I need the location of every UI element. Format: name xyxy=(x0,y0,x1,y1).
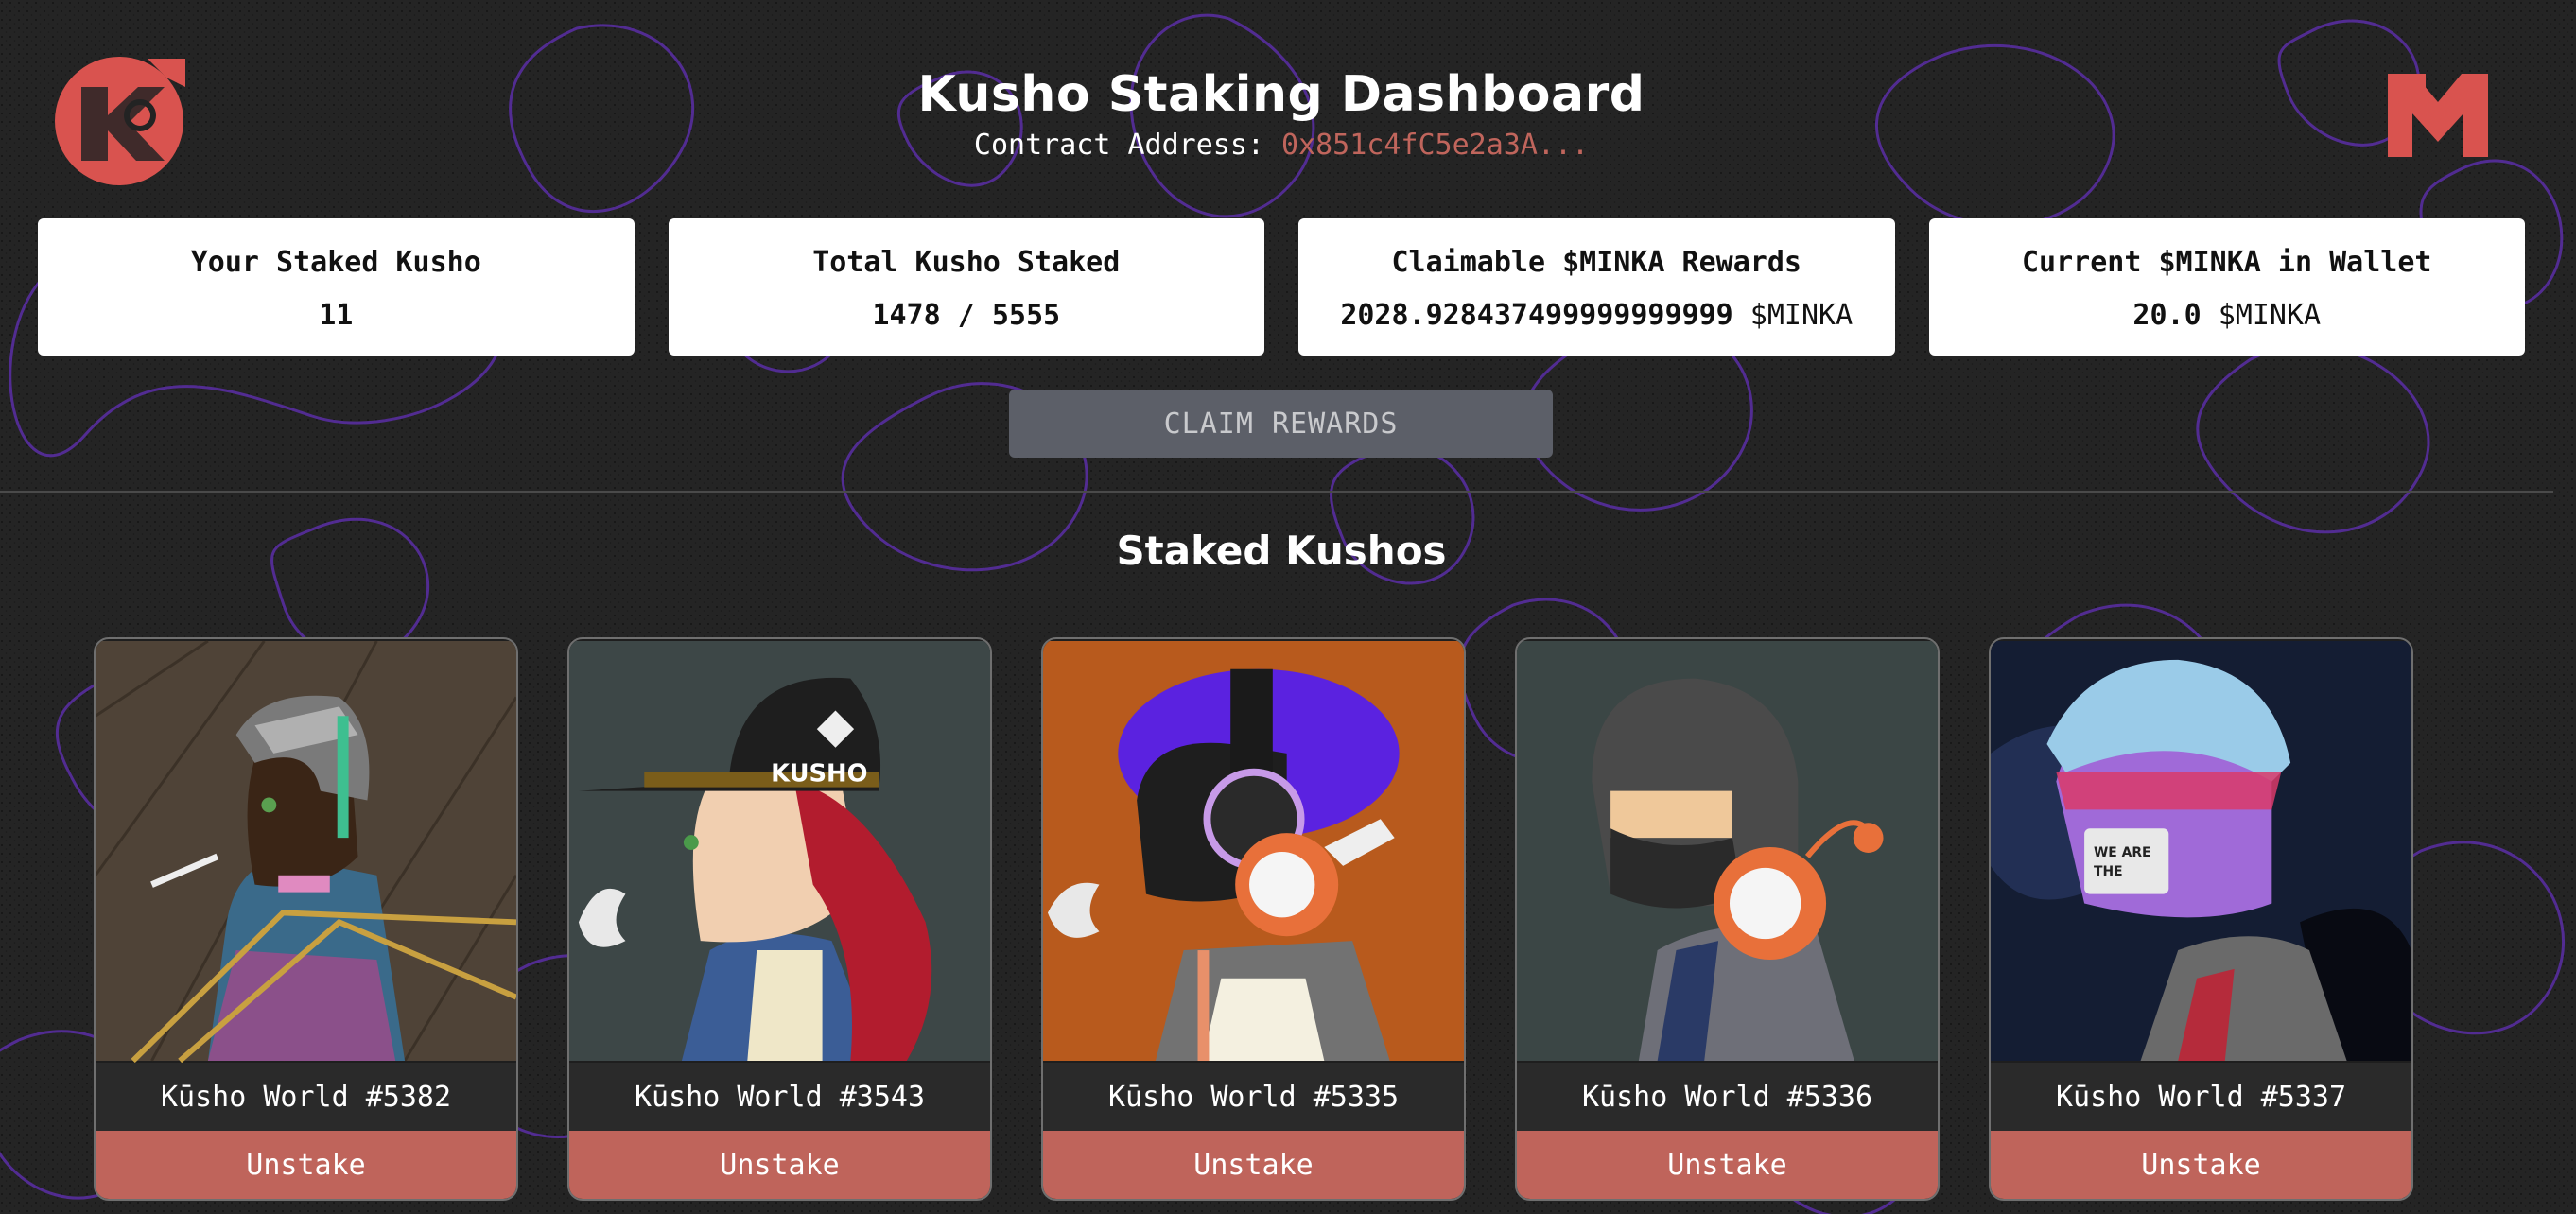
nft-image xyxy=(1517,640,1938,1062)
stat-value: 2028.928437499999999999 $MINKA xyxy=(1298,297,1895,335)
unstake-button[interactable]: Unstake xyxy=(96,1131,516,1199)
stat-claimable-rewards: Claimable $MINKA Rewards 2028.9284374999… xyxy=(1298,218,1895,356)
stat-unit: $MINKA xyxy=(1749,298,1854,332)
nft-image xyxy=(96,639,516,1063)
claim-rewards-button[interactable]: CLAIM REWARDS xyxy=(1009,390,1553,458)
stat-number: 2028.928437499999999999 xyxy=(1340,298,1733,332)
unstake-button[interactable]: Unstake xyxy=(1991,1131,2411,1199)
nft-name: Kūsho World #3543 xyxy=(569,1063,990,1131)
contract-address-label: Contract Address: xyxy=(973,129,1264,162)
nft-image: WE ARE THE xyxy=(1991,640,2411,1062)
svg-text:KUSHO: KUSHO xyxy=(771,760,867,789)
svg-text:THE: THE xyxy=(2094,864,2123,879)
stat-label: Current $MINKA in Wallet xyxy=(2022,245,2432,279)
nft-image xyxy=(1043,640,1464,1062)
stat-your-staked: Your Staked Kusho 11 xyxy=(38,218,635,356)
stat-label: Total Kusho Staked xyxy=(812,245,1121,279)
stat-number: 1478 / 5555 xyxy=(872,298,1061,332)
nft-image: KUSHO xyxy=(569,640,990,1062)
nft-card: Kūsho World #5335 Unstake xyxy=(1041,637,1466,1201)
nft-name: Kūsho World #5336 xyxy=(1517,1063,1938,1131)
stat-value: 1478 / 5555 xyxy=(669,297,1265,335)
stat-total-staked: Total Kusho Staked 1478 / 5555 xyxy=(668,218,1265,356)
stat-label: Your Staked Kusho xyxy=(190,245,481,279)
stat-number: 20.0 xyxy=(2132,298,2202,332)
contract-address-link[interactable]: 0x851c4fC5e2a3A... xyxy=(1281,129,1589,162)
stat-value: 11 xyxy=(38,297,635,335)
unstake-button[interactable]: Unstake xyxy=(569,1131,990,1199)
svg-text:WE ARE: WE ARE xyxy=(2094,845,2150,860)
nft-card: Kūsho World #5336 Unstake xyxy=(1515,637,1940,1201)
stats-row: Your Staked Kusho 11 Total Kusho Staked … xyxy=(38,218,2525,356)
stat-wallet-balance: Current $MINKA in Wallet 20.0 $MINKA xyxy=(1928,218,2526,356)
stat-number: 11 xyxy=(319,298,354,332)
unstake-button[interactable]: Unstake xyxy=(1043,1131,1464,1199)
stat-value: 20.0 $MINKA xyxy=(1929,297,2526,335)
unstake-button[interactable]: Unstake xyxy=(1517,1131,1938,1199)
nft-card: Kūsho World #5382 Unstake xyxy=(94,637,518,1201)
staked-nft-grid: Kūsho World #5382 Unstake KUSHO Kūsho Wo… xyxy=(94,637,2420,1201)
nft-name: Kūsho World #5337 xyxy=(1991,1063,2411,1131)
nft-name: Kūsho World #5382 xyxy=(96,1063,516,1131)
stat-label: Claimable $MINKA Rewards xyxy=(1391,245,1801,279)
section-divider xyxy=(0,491,2553,493)
nft-card: WE ARE THE Kūsho World #5337 Unstake xyxy=(1989,637,2413,1201)
stat-unit: $MINKA xyxy=(2218,298,2322,332)
nft-name: Kūsho World #5335 xyxy=(1043,1063,1464,1131)
contract-address-line: Contract Address: 0x851c4fC5e2a3A... xyxy=(0,129,2563,162)
nft-card: KUSHO Kūsho World #3543 Unstake xyxy=(567,637,992,1201)
page-title: Kusho Staking Dashboard xyxy=(917,66,1645,123)
section-title: Staked Kushos xyxy=(1116,528,1447,574)
